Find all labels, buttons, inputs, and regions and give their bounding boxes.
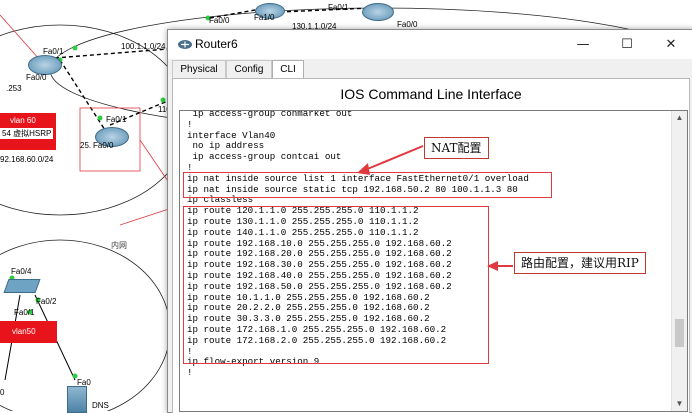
annotation-arrows	[357, 145, 513, 271]
route-arrowhead-icon	[487, 261, 498, 271]
nat-arrowhead-icon	[357, 163, 370, 175]
nat-arrow	[364, 145, 424, 171]
